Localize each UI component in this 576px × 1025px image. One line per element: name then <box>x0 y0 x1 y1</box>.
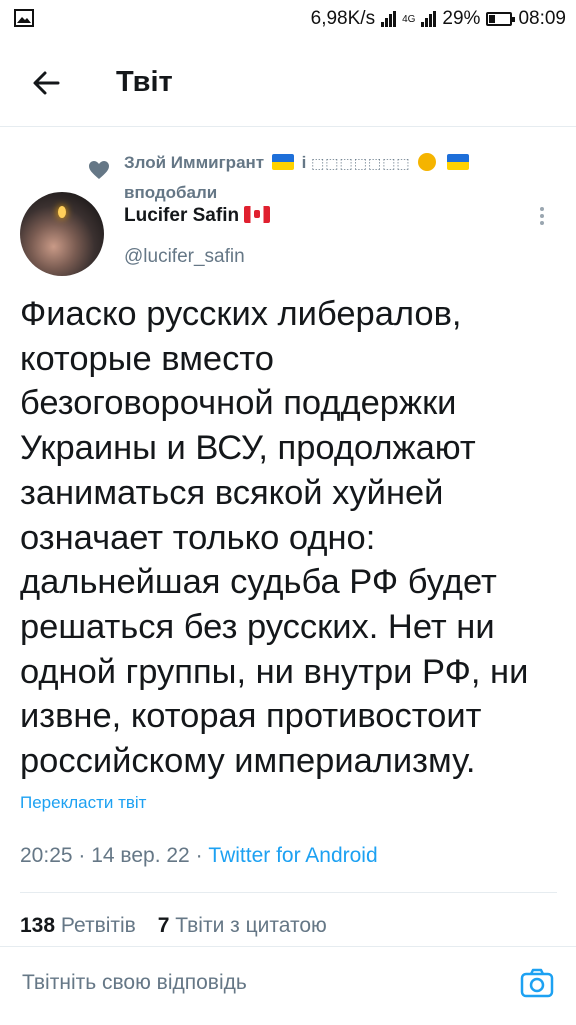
reply-bar <box>0 946 576 1025</box>
status-bar: 6,98K/s 4G 29% 08:09 <box>0 0 576 40</box>
translate-tweet-link[interactable]: Перекласти твіт <box>20 793 146 813</box>
ukraine-flag-icon-2 <box>447 154 470 170</box>
back-arrow-icon[interactable] <box>30 66 64 100</box>
battery-percent: 29% <box>442 8 481 29</box>
tweet-time: 20:25 <box>20 844 73 867</box>
author-handle[interactable]: @lucifer_safin <box>124 246 245 268</box>
quote-tweets-stat[interactable]: 7 Твіти з цитатою <box>158 914 327 937</box>
author-name-text: Lucifer Safin <box>124 205 240 226</box>
tweet-date: 14 вер. 22 <box>91 844 190 867</box>
raised-fist-icon <box>418 153 437 171</box>
camera-icon[interactable] <box>520 967 554 999</box>
canada-flag-icon <box>244 206 271 223</box>
signal-icon <box>381 11 397 27</box>
quotes-label: Твіти з цитатою <box>175 914 327 937</box>
author-name[interactable]: Lucifer Safin <box>124 205 271 227</box>
tweet-text: Фиаско русских либералов, которые вместо… <box>20 295 529 781</box>
tweet-meta: 20:25 · 14 вер. 22 · Twitter for Android <box>20 844 378 867</box>
liker-name: Злой Иммигрант <box>124 153 265 172</box>
retweets-label: Ретвітів <box>60 914 136 937</box>
quotes-count: 7 <box>157 914 170 937</box>
liked-by-text: Злой Иммигрант і ⬚⬚⬚⬚⬚⬚⬚ вподобали <box>124 148 544 208</box>
app-header: Твіт <box>0 40 576 127</box>
liker-conjunction: і <box>301 153 307 172</box>
signal-icon-2 <box>421 11 437 27</box>
more-options-icon[interactable] <box>536 204 548 232</box>
clock: 08:09 <box>518 8 566 29</box>
battery-icon <box>486 12 516 26</box>
ukraine-flag-icon <box>271 154 294 170</box>
retweets-stat[interactable]: 138 Ретвітів <box>20 914 136 937</box>
heart-icon <box>89 161 109 179</box>
gallery-notification-icon <box>14 9 34 32</box>
avatar-flame <box>58 206 66 218</box>
retweets-count: 138 <box>20 914 56 937</box>
lte-label: 4G <box>402 13 416 25</box>
reply-input[interactable] <box>22 971 482 995</box>
page-title: Твіт <box>116 66 173 98</box>
unsupported-glyphs: ⬚⬚⬚⬚⬚⬚⬚ <box>311 155 411 171</box>
avatar[interactable] <box>20 192 104 276</box>
liked-suffix: вподобали <box>124 183 218 202</box>
network-speed: 6,98K/s <box>310 8 376 29</box>
tweet-stats: 138 Ретвітів 7 Твіти з цитатою <box>20 914 343 938</box>
tweet-source-link[interactable]: Twitter for Android <box>208 844 377 867</box>
divider <box>20 892 557 893</box>
